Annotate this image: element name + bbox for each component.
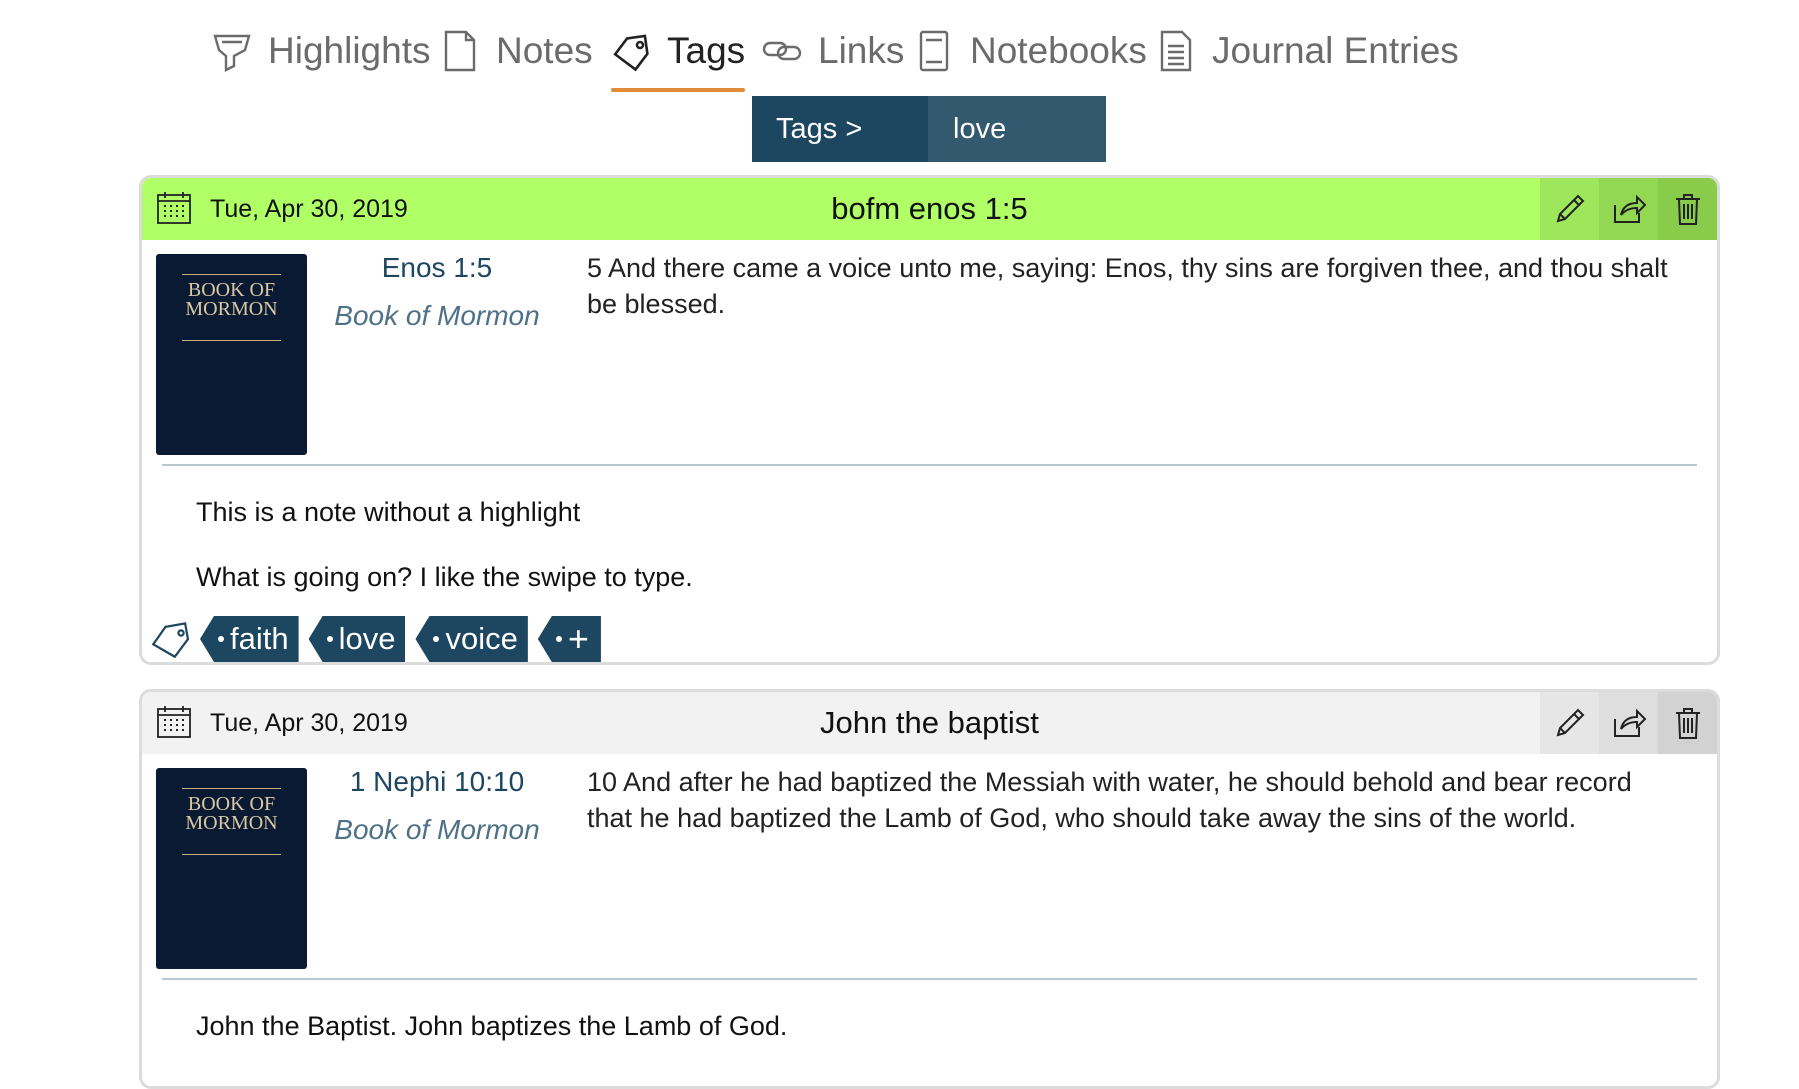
share-button[interactable] xyxy=(1599,692,1658,754)
tag-list: faith love voice + xyxy=(150,616,611,662)
edit-button[interactable] xyxy=(1540,692,1599,754)
tag-chip-love[interactable]: love xyxy=(308,616,406,662)
share-icon xyxy=(1613,194,1646,223)
book-name: Book of Mormon xyxy=(334,814,540,845)
verse-text: 5 And there came a voice unto me, saying… xyxy=(587,253,1668,319)
breadcrumb-tags-link[interactable]: Tags > xyxy=(752,96,928,162)
book-cover-image: BOOK OF MORMON xyxy=(156,254,307,455)
scripture-reference[interactable]: Enos 1:5 Book of Mormon xyxy=(317,250,557,334)
breadcrumb-current-tag: love xyxy=(928,96,1106,162)
calendar-icon xyxy=(157,192,191,224)
tab-label: Notebooks xyxy=(970,30,1147,71)
book-name: Book of Mormon xyxy=(334,300,540,331)
note-icon xyxy=(444,30,476,72)
calendar-icon xyxy=(157,706,191,738)
notebook-icon xyxy=(919,30,949,72)
reference-text: 1 Nephi 10:10 xyxy=(349,766,525,797)
reference-text: Enos 1:5 xyxy=(381,252,493,283)
note-line: This is a note without a highlight xyxy=(196,497,581,527)
card-actions xyxy=(1540,692,1717,754)
card-header: Tue, Apr 30, 2019 John the baptist xyxy=(142,692,1717,754)
book-cover-title: BOOK OF MORMON xyxy=(185,793,278,834)
tag-chip-voice[interactable]: voice xyxy=(415,616,528,662)
trash-icon xyxy=(1675,194,1700,225)
journal-icon xyxy=(1160,30,1192,72)
note-line: John the Baptist. John baptizes the Lamb… xyxy=(196,1011,788,1041)
note-text: John the Baptist. John baptizes the Lamb… xyxy=(196,1008,1677,1045)
tag-chip-faith[interactable]: faith xyxy=(200,616,299,662)
tag-icon xyxy=(151,622,190,659)
book-cover-title: BOOK OF MORMON xyxy=(185,279,278,320)
tab-notes[interactable]: Notes xyxy=(440,18,593,84)
tab-label: Links xyxy=(818,30,905,71)
tab-notebooks[interactable]: Notebooks xyxy=(914,18,1147,84)
share-button[interactable] xyxy=(1599,178,1658,240)
pencil-icon xyxy=(1556,708,1584,737)
book-cover-image: BOOK OF MORMON xyxy=(156,768,307,969)
note-line: What is going on? I like the swipe to ty… xyxy=(196,562,693,592)
delete-button[interactable] xyxy=(1658,178,1717,240)
tab-links[interactable]: Links xyxy=(762,18,904,84)
tab-highlights[interactable]: Highlights xyxy=(212,18,430,84)
card-header: Tue, Apr 30, 2019 bofm enos 1:5 xyxy=(142,178,1717,240)
card-actions xyxy=(1540,178,1717,240)
entry-card[interactable]: Tue, Apr 30, 2019 John the baptist BOOK … xyxy=(139,689,1720,1089)
tab-label: Notes xyxy=(496,30,593,71)
pencil-icon xyxy=(1556,194,1584,223)
divider xyxy=(162,978,1697,980)
trash-icon xyxy=(1675,708,1700,739)
tag-icon xyxy=(613,34,649,72)
delete-button[interactable] xyxy=(1658,692,1717,754)
tab-label: Tags xyxy=(667,30,746,71)
entry-date: Tue, Apr 30, 2019 xyxy=(210,195,408,223)
top-tab-bar: Highlights Notes Tags Links Notebooks Jo… xyxy=(0,0,1799,96)
entry-date: Tue, Apr 30, 2019 xyxy=(210,709,408,737)
share-icon xyxy=(1613,708,1646,737)
tab-label: Journal Entries xyxy=(1212,30,1459,71)
tab-journal-entries[interactable]: Journal Entries xyxy=(1156,18,1459,84)
tab-tags[interactable]: Tags xyxy=(611,18,746,92)
divider xyxy=(162,464,1697,466)
highlighter-icon xyxy=(213,34,251,72)
link-icon xyxy=(762,41,802,61)
breadcrumb: Tags > love xyxy=(752,96,1106,162)
verse-text: 10 And after he had baptized the Messiah… xyxy=(587,767,1632,833)
add-tag-button[interactable]: + xyxy=(537,616,601,662)
entry-card[interactable]: Tue, Apr 30, 2019 bofm enos 1:5 BOOK OF … xyxy=(139,175,1720,665)
tab-label: Highlights xyxy=(268,30,431,71)
note-text: This is a note without a highlight What … xyxy=(196,494,1677,596)
edit-button[interactable] xyxy=(1540,178,1599,240)
scripture-reference[interactable]: 1 Nephi 10:10 Book of Mormon xyxy=(317,764,557,848)
